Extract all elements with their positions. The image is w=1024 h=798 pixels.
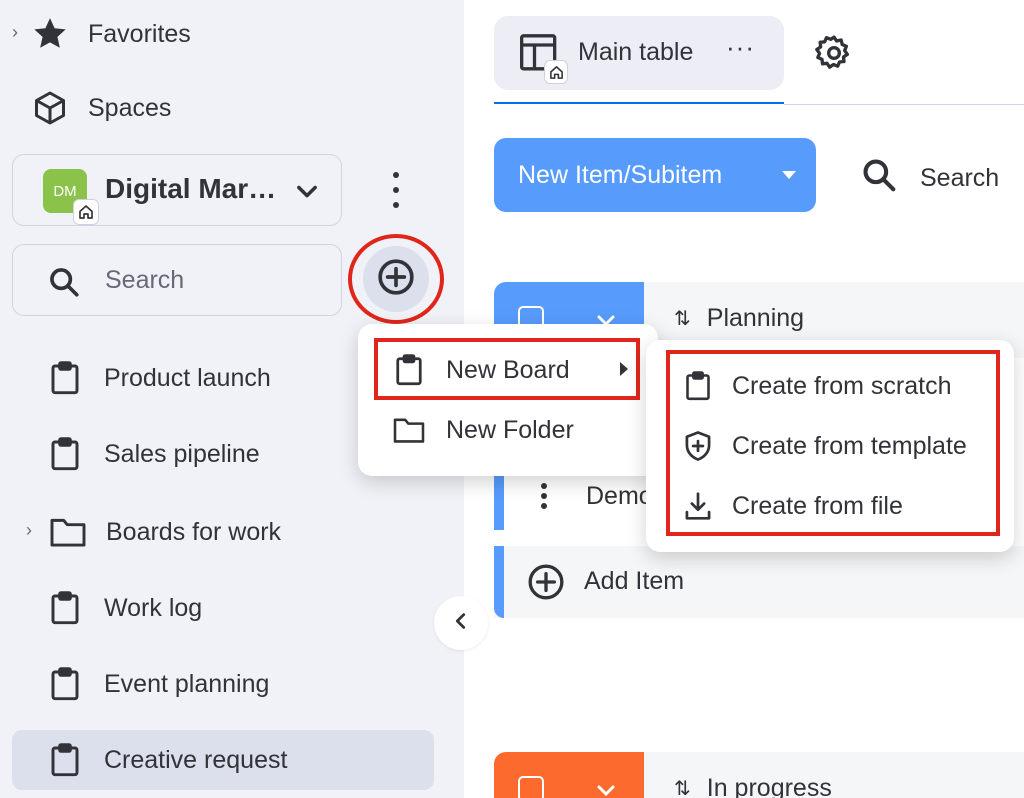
- collapse-sidebar-button[interactable]: [434, 596, 488, 650]
- group-header-in-progress: ⇅ In progress: [494, 752, 1024, 798]
- tab-label: Main table: [578, 38, 694, 66]
- add-button[interactable]: [363, 246, 429, 312]
- menu-item-label: Create from scratch: [732, 371, 952, 400]
- search-input[interactable]: [105, 261, 325, 299]
- more-options-icon[interactable]: ···: [726, 32, 755, 63]
- sidebar-item-label: Event planning: [104, 669, 270, 698]
- workspace-options-icon[interactable]: [385, 172, 407, 208]
- sidebar-item-label: Creative request: [104, 745, 288, 774]
- folder-icon: [48, 514, 88, 550]
- collapse-arrows-icon: ⇅: [674, 308, 691, 330]
- menu-item-label: Create from file: [732, 491, 903, 520]
- group-title[interactable]: ⇅ Planning: [674, 304, 804, 333]
- expand-folder-icon[interactable]: ›: [26, 520, 32, 541]
- add-dropdown-menu: New Board New Folder: [358, 324, 658, 476]
- search-icon: [47, 265, 81, 304]
- star-icon: [30, 14, 70, 54]
- menu-item-create-from-scratch[interactable]: Create from scratch: [682, 356, 952, 416]
- sidebar-item-label: Product launch: [104, 363, 271, 392]
- group-title[interactable]: ⇅ In progress: [674, 774, 832, 798]
- board-icon: [682, 369, 714, 403]
- add-item-row[interactable]: Add Item: [494, 546, 1024, 618]
- add-button-highlight: [348, 234, 444, 324]
- board-icon: [48, 742, 82, 778]
- favorites-label: Favorites: [88, 19, 191, 48]
- item-name: Demo: [586, 482, 653, 510]
- gear-icon[interactable]: [814, 33, 854, 78]
- sidebar-item-work-log[interactable]: Work log: [48, 590, 202, 626]
- board-icon: [48, 436, 82, 472]
- new-board-submenu: Create from scratch Create from template…: [646, 340, 1014, 552]
- plus-circle-icon: [526, 562, 566, 607]
- workspace-selector[interactable]: DM Digital Mar…: [12, 154, 342, 226]
- chevron-left-icon: [450, 610, 472, 637]
- sidebar-item-creative-request[interactable]: Creative request: [48, 742, 287, 778]
- new-item-label: New Item/Subitem: [518, 161, 723, 189]
- board-icon: [48, 590, 82, 626]
- tab-main-table[interactable]: Main table ···: [494, 16, 784, 90]
- sidebar-search[interactable]: [12, 244, 342, 316]
- chevron-down-icon: [293, 177, 321, 210]
- sidebar-item-sales-pipeline[interactable]: Sales pipeline: [48, 436, 260, 472]
- menu-item-new-folder[interactable]: New Folder: [374, 400, 642, 460]
- menu-item-new-board[interactable]: New Board: [374, 340, 642, 400]
- search-label: Search: [920, 164, 1000, 192]
- search-icon: [860, 156, 898, 201]
- collapse-arrows-icon: ⇅: [674, 778, 691, 798]
- sidebar-item-event-planning[interactable]: Event planning: [48, 666, 269, 702]
- download-icon: [682, 489, 714, 523]
- caret-down-icon[interactable]: [782, 171, 796, 179]
- sidebar-item-product-launch[interactable]: Product launch: [48, 360, 271, 396]
- workspace-name: Digital Mar…: [105, 173, 277, 204]
- active-tab-indicator: [494, 102, 784, 104]
- spaces-label: Spaces: [88, 93, 172, 122]
- sidebar-item-boards-for-work[interactable]: Boards for work: [48, 514, 281, 550]
- chevron-down-icon[interactable]: [594, 778, 618, 798]
- home-icon: [73, 199, 99, 225]
- group-name-label: In progress: [706, 774, 832, 798]
- board-icon: [48, 666, 82, 702]
- row-options-icon[interactable]: [540, 482, 548, 515]
- favorites-item[interactable]: Favorites: [30, 14, 191, 54]
- caret-right-icon: [620, 362, 628, 376]
- folder-icon: [392, 413, 426, 447]
- tab-divider: [784, 104, 1024, 105]
- shield-plus-icon: [682, 429, 714, 463]
- menu-item-label: Create from template: [732, 431, 967, 460]
- group-color-bar: [494, 546, 504, 618]
- add-item-label: Add Item: [584, 567, 685, 595]
- board-icon: [392, 353, 426, 387]
- menu-item-label: New Board: [446, 355, 570, 384]
- sidebar-item-label: Sales pipeline: [104, 439, 260, 468]
- new-item-button[interactable]: New Item/Subitem: [494, 138, 816, 212]
- board-icon: [48, 360, 82, 396]
- menu-item-create-from-template[interactable]: Create from template: [682, 416, 967, 476]
- plus-circle-icon: [376, 257, 416, 302]
- menu-item-create-from-file[interactable]: Create from file: [682, 476, 903, 536]
- group-checkbox[interactable]: [518, 776, 544, 798]
- board-search-button[interactable]: Search: [860, 156, 999, 201]
- home-icon: [544, 60, 568, 84]
- group-name-label: Planning: [706, 304, 805, 332]
- sidebar-item-label: Work log: [104, 593, 203, 622]
- sidebar-item-label: Boards for work: [106, 517, 282, 546]
- menu-item-label: New Folder: [446, 415, 574, 444]
- cube-icon: [30, 88, 70, 128]
- group-color-stripe: [494, 752, 644, 798]
- spaces-item[interactable]: Spaces: [30, 88, 171, 128]
- expand-favorites-icon[interactable]: ›: [12, 22, 18, 43]
